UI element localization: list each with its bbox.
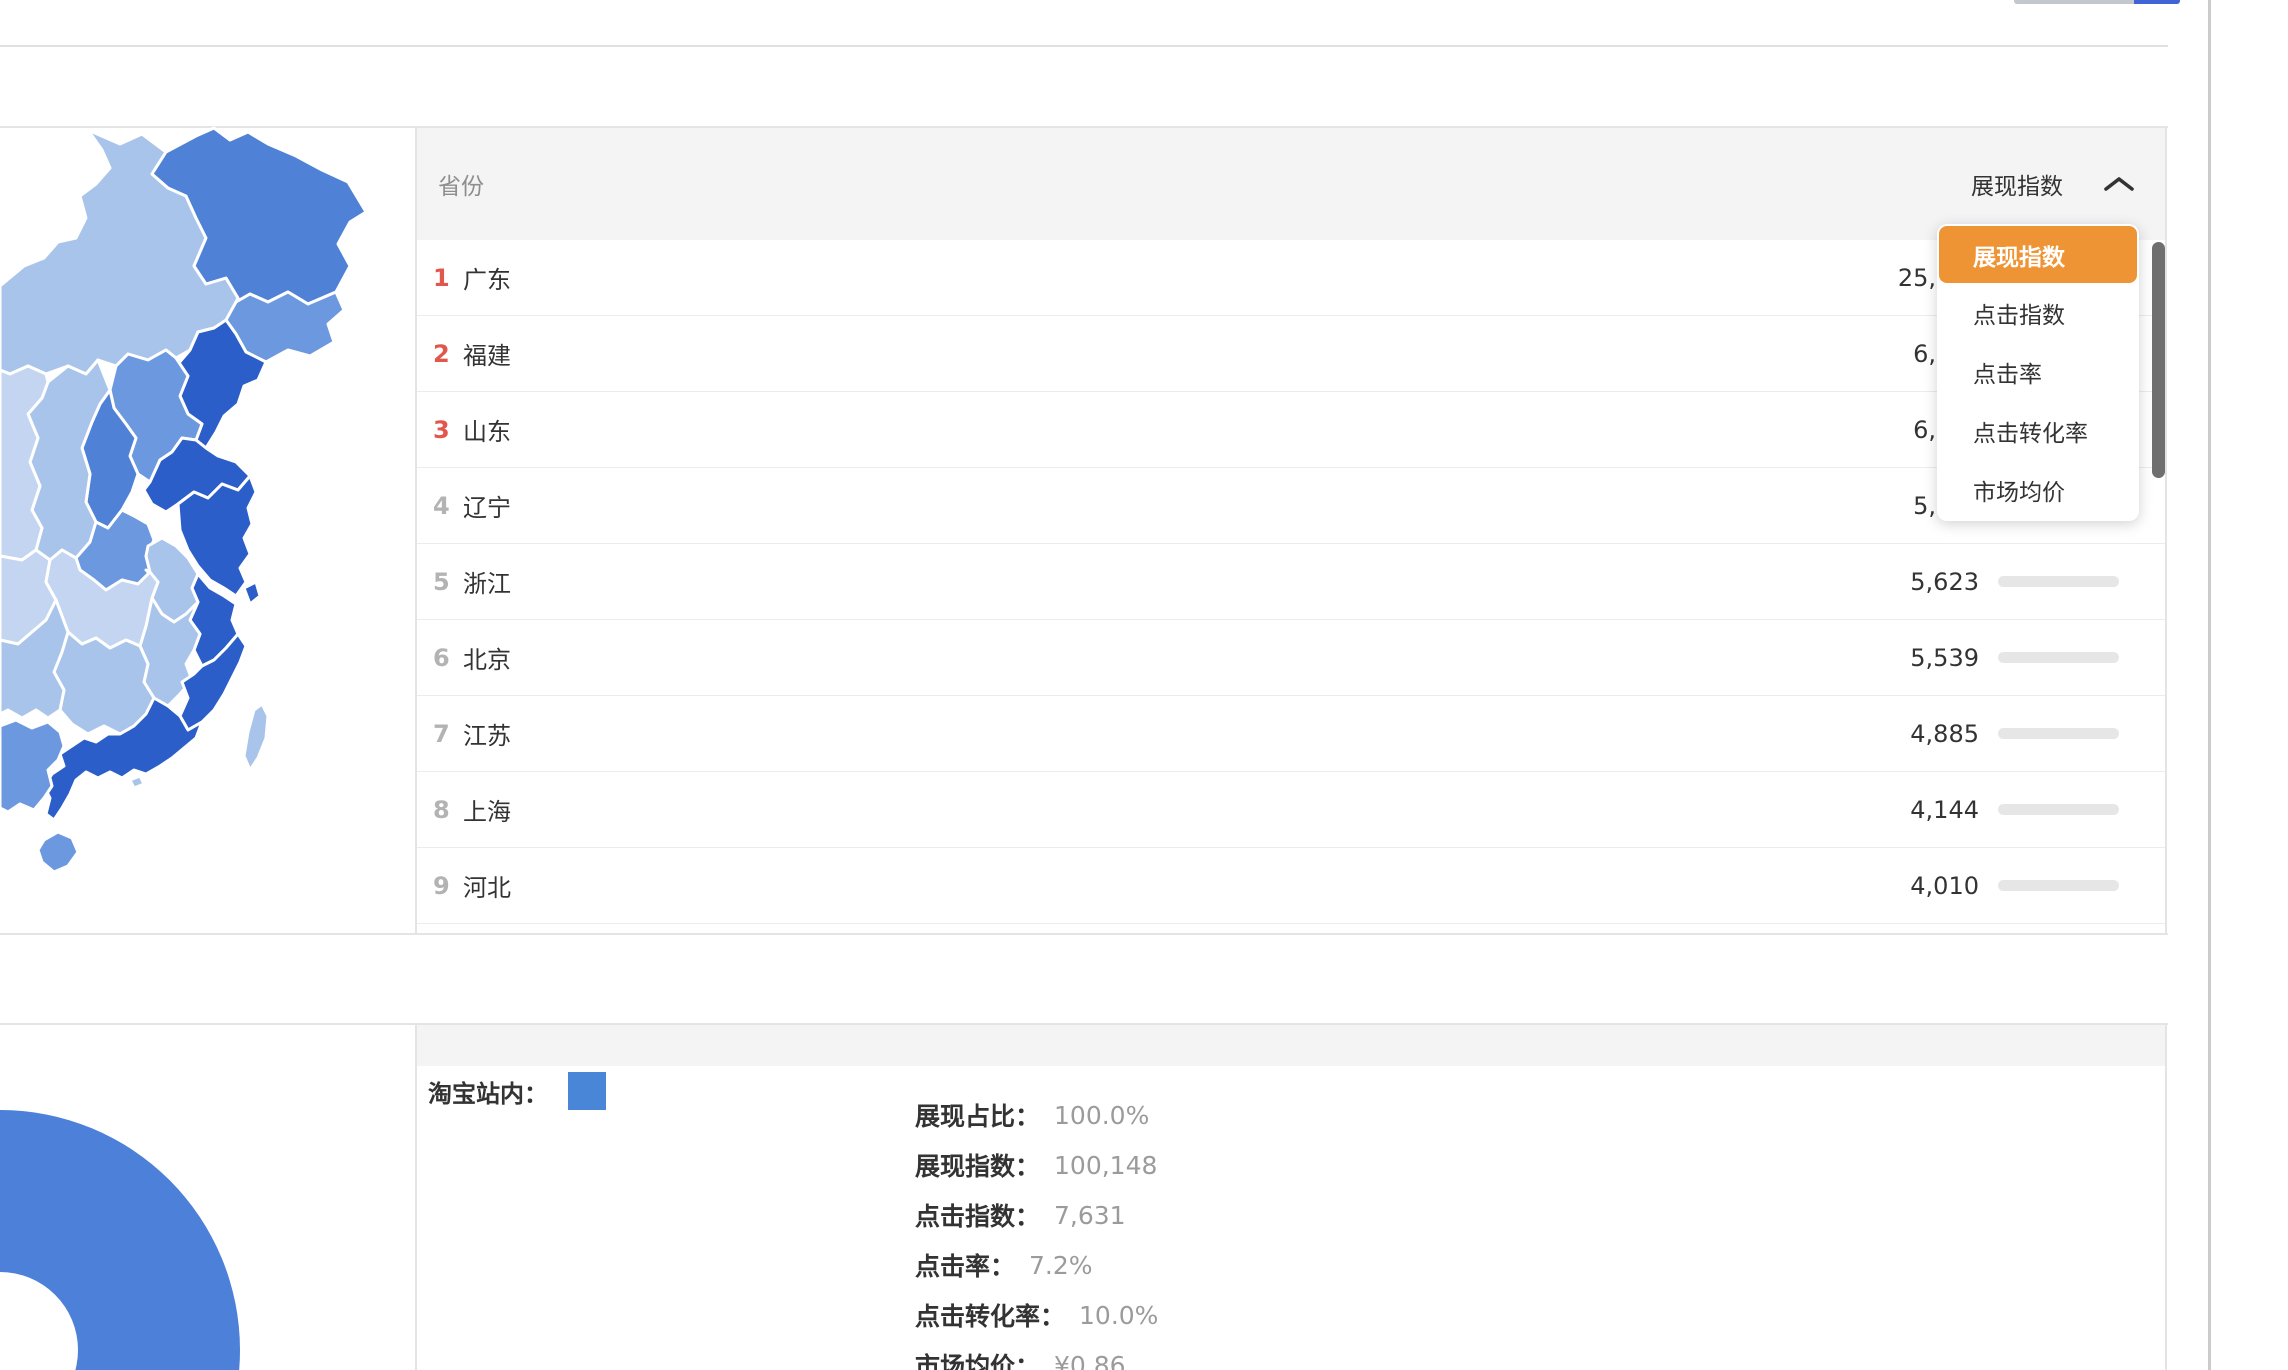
metric-bar-track — [1998, 880, 2119, 891]
province-name: 辽宁 — [463, 488, 511, 523]
metric-value: 6, — [1913, 340, 1936, 368]
stat-value: 100.0% — [1054, 1101, 1149, 1130]
province-name: 广东 — [463, 260, 511, 295]
province-name: 江苏 — [463, 716, 511, 751]
top-section-divider — [0, 45, 2168, 47]
metric-bar-track — [1998, 728, 2119, 739]
rank-number: 9 — [433, 872, 463, 900]
province-row: 1 广东 25, — [417, 240, 2165, 316]
province-name: 浙江 — [463, 564, 511, 599]
legend-label: 淘宝站内： — [428, 1074, 548, 1109]
stat-label: 市场均价： — [915, 1347, 1040, 1370]
rank-number: 3 — [433, 416, 463, 444]
stat-line: 点击率： 7.2% — [915, 1240, 1158, 1290]
dropdown-option[interactable]: 点击转化率 — [1939, 401, 2137, 460]
rank-number: 2 — [433, 340, 463, 368]
metric-bar-track — [1998, 804, 2119, 815]
province-name: 山东 — [463, 412, 511, 447]
province-name: 北京 — [463, 640, 511, 675]
legend-color-swatch — [568, 1072, 606, 1110]
dropdown-option[interactable]: 市场均价 — [1939, 460, 2137, 519]
metric-value: 5,539 — [1910, 644, 1979, 672]
list-scrollbar-thumb[interactable] — [2152, 242, 2165, 478]
province-row: 8 上海 4,144 — [417, 772, 2165, 848]
rank-number: 7 — [433, 720, 463, 748]
panel-title: 省份 — [438, 128, 484, 240]
metric-value: 4,010 — [1910, 872, 1979, 900]
metric-value: 4,885 — [1910, 720, 1979, 748]
stat-line: 点击指数： 7,631 — [915, 1190, 1158, 1240]
province-card-right-border — [2165, 126, 2167, 935]
rank-number: 5 — [433, 568, 463, 596]
page-right-divider — [2208, 0, 2211, 1370]
stat-label: 点击率： — [915, 1247, 1015, 1283]
search-button-fragment[interactable] — [2134, 0, 2180, 4]
metric-value: 5, — [1913, 492, 1936, 520]
province-name: 福建 — [463, 336, 511, 371]
source-card-divider — [415, 1025, 417, 1370]
province-row: 7 江苏 4,885 — [417, 696, 2165, 772]
metric-value: 4,144 — [1910, 796, 1979, 824]
metric-label: 展现指数 — [1971, 167, 2063, 201]
search-input-bottom-edge — [2014, 0, 2134, 4]
stat-value: 7.2% — [1029, 1251, 1093, 1280]
province-row: 9 河北 4,010 — [417, 848, 2165, 924]
source-stats: 展现占比： 100.0% 展现指数： 100,148 点击指数： 7,631 点… — [915, 1090, 1158, 1370]
stat-line: 展现占比： 100.0% — [915, 1090, 1158, 1140]
province-row: 3 山东 6, — [417, 392, 2165, 468]
metric-bar-track — [1998, 576, 2119, 587]
source-card-right-border — [2165, 1025, 2167, 1370]
province-name: 上海 — [463, 792, 511, 827]
province-row: 5 浙江 5,623 — [417, 544, 2165, 620]
province-row: 6 北京 5,539 — [417, 620, 2165, 696]
stat-value: ¥0.86 — [1054, 1351, 1126, 1370]
rank-number: 4 — [433, 492, 463, 520]
province-name: 河北 — [463, 868, 511, 903]
metric-bar-track — [1998, 652, 2119, 663]
dropdown-option[interactable]: 展现指数 — [1939, 226, 2137, 283]
rank-number: 8 — [433, 796, 463, 824]
province-row: 2 福建 6, — [417, 316, 2165, 392]
dropdown-option[interactable]: 点击指数 — [1939, 283, 2137, 342]
metric-value: 25, — [1898, 264, 1936, 292]
province-row: 4 辽宁 5, — [417, 468, 2165, 544]
stat-value: 10.0% — [1079, 1301, 1158, 1330]
stat-line: 点击转化率： 10.0% — [915, 1290, 1158, 1340]
china-choropleth-map[interactable] — [0, 126, 417, 935]
stat-label: 展现占比： — [915, 1097, 1040, 1133]
rank-number: 1 — [433, 264, 463, 292]
stat-line: 市场均价： ¥0.86 — [915, 1340, 1158, 1370]
stat-label: 点击转化率： — [915, 1297, 1065, 1333]
stat-line: 展现指数： 100,148 — [915, 1140, 1158, 1190]
page: 省份 展现指数 1 广东 25, 2 福建 6, 3 山东 6, 4 — [0, 0, 2288, 1370]
legend-row: 淘宝站内： — [428, 1072, 606, 1110]
stat-value: 7,631 — [1054, 1201, 1126, 1230]
metric-value: 5,623 — [1910, 568, 1979, 596]
metric-value: 6, — [1913, 416, 1936, 444]
stat-label: 展现指数： — [915, 1147, 1040, 1183]
source-share-donut-chart[interactable] — [0, 1100, 250, 1370]
chevron-up-icon — [2103, 175, 2135, 193]
rank-number: 6 — [433, 644, 463, 672]
stat-value: 100,148 — [1054, 1151, 1157, 1180]
dropdown-option[interactable]: 点击率 — [1939, 342, 2137, 401]
source-card-header-band — [417, 1025, 2165, 1066]
province-card-header-band — [417, 128, 2165, 240]
stat-label: 点击指数： — [915, 1197, 1040, 1233]
metric-dropdown-menu: 展现指数 点击指数 点击率 点击转化率 市场均价 — [1937, 224, 2139, 521]
province-ranking-list: 1 广东 25, 2 福建 6, 3 山东 6, 4 辽宁 5, 5 浙江 — [417, 240, 2165, 924]
